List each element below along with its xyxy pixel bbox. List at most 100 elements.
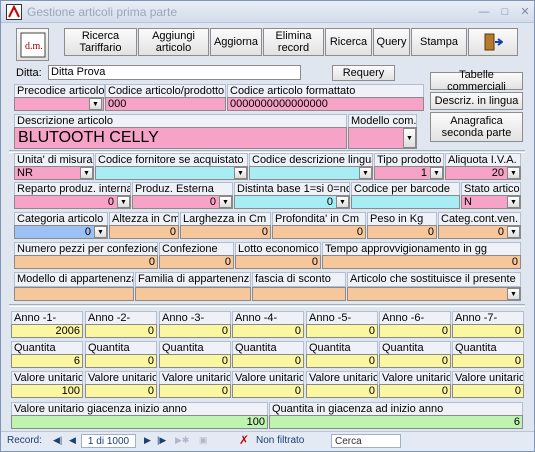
modello-com-dropdown-icon[interactable]: ▼ bbox=[403, 128, 416, 148]
quantita-field-2[interactable]: 0 bbox=[85, 354, 157, 368]
modello-appartenenza-label: Modello di appartenenza bbox=[14, 272, 134, 287]
valore-field-3[interactable]: 0 bbox=[159, 384, 231, 398]
fascia-sconto-label: fascia di sconto bbox=[252, 272, 346, 287]
profondita-field[interactable]: 0 bbox=[272, 225, 366, 239]
maximize-icon[interactable]: □ bbox=[498, 6, 512, 18]
minimize-icon[interactable]: — bbox=[477, 6, 491, 18]
tempo-approv-field[interactable]: 0 bbox=[322, 255, 521, 269]
codice-lingua-field[interactable] bbox=[249, 166, 373, 180]
produz-esterna-field[interactable]: 0 bbox=[132, 195, 233, 209]
window-title: Gestione articoli prima parte bbox=[27, 5, 178, 19]
categoria-dropdown-icon[interactable]: ▼ bbox=[94, 226, 107, 238]
query-button[interactable]: Query bbox=[373, 28, 410, 56]
codice-articolo-field[interactable]: 000 bbox=[105, 97, 226, 111]
record-label: Record: bbox=[7, 435, 43, 446]
quantita-field-7[interactable]: 0 bbox=[452, 354, 524, 368]
sostituisce-dropdown-icon[interactable]: ▼ bbox=[507, 288, 520, 300]
anno-field-6[interactable]: 0 bbox=[379, 324, 451, 338]
next-record-icon[interactable]: ▶ bbox=[144, 435, 151, 446]
quantita-field-6[interactable]: 0 bbox=[379, 354, 451, 368]
anno-field-4[interactable]: 0 bbox=[232, 324, 304, 338]
ricerca-tariffario-button[interactable]: Ricerca Tariffario bbox=[64, 28, 137, 56]
quantita-field-3[interactable]: 0 bbox=[159, 354, 231, 368]
filter-icon: ✗ bbox=[239, 433, 250, 447]
famiglia-field[interactable] bbox=[135, 287, 251, 301]
quantita-field-1[interactable]: 6 bbox=[11, 354, 83, 368]
quantita-giacenza-field[interactable]: 6 bbox=[269, 415, 523, 429]
anno-field-1[interactable]: 2006 bbox=[11, 324, 83, 338]
codice-fornitore-field[interactable] bbox=[95, 166, 248, 180]
valore-giacenza-field[interactable]: 100 bbox=[11, 415, 268, 429]
fornitore-dropdown-icon[interactable]: ▼ bbox=[234, 167, 247, 179]
close-icon[interactable]: ✕ bbox=[518, 6, 532, 18]
dm-logo-button[interactable]: d.m. bbox=[16, 28, 49, 61]
confezione-field[interactable]: 0 bbox=[159, 255, 234, 269]
ditta-field[interactable]: Ditta Prova bbox=[48, 65, 301, 80]
valore-field-2[interactable]: 0 bbox=[85, 384, 157, 398]
sostituisce-label: Articolo che sostituisce il presente bbox=[347, 272, 521, 287]
svg-text:d.m.: d.m. bbox=[25, 41, 43, 52]
peso-field[interactable]: 0 bbox=[367, 225, 437, 239]
first-record-icon[interactable]: ◀| bbox=[53, 435, 62, 446]
app-icon bbox=[6, 4, 22, 20]
distinta-base-field[interactable]: 0 bbox=[234, 195, 350, 209]
numero-pezzi-field[interactable]: 0 bbox=[14, 255, 158, 269]
requery-button[interactable]: Requery bbox=[332, 65, 395, 81]
valore-field-6[interactable]: 0 bbox=[379, 384, 451, 398]
reparto-dropdown-icon[interactable]: ▼ bbox=[117, 196, 130, 208]
anagrafica-seconda-parte-button[interactable]: Anagrafica seconda parte bbox=[430, 112, 523, 142]
stato-dropdown-icon[interactable]: ▼ bbox=[507, 196, 520, 208]
quantita-field-5[interactable]: 0 bbox=[306, 354, 378, 368]
aliquota-dropdown-icon[interactable]: ▼ bbox=[507, 167, 520, 179]
exit-button[interactable] bbox=[468, 28, 518, 56]
modello-appartenenza-field[interactable] bbox=[14, 287, 134, 301]
filter-status[interactable]: Non filtrato bbox=[256, 435, 304, 446]
elimina-record-button[interactable]: Elimina record bbox=[263, 28, 324, 56]
codice-formattato-field[interactable]: 0000000000000000 bbox=[227, 97, 424, 111]
filter-toggle-icon[interactable]: ▣ bbox=[199, 435, 208, 446]
unita-dropdown-icon[interactable]: ▼ bbox=[80, 167, 93, 179]
anno-field-3[interactable]: 0 bbox=[159, 324, 231, 338]
aggiorna-button[interactable]: Aggiorna bbox=[210, 28, 262, 56]
precodice-dropdown-icon[interactable]: ▼ bbox=[89, 98, 102, 110]
record-number-field[interactable]: 1 di 1000 bbox=[81, 434, 136, 448]
anno-field-5[interactable]: 0 bbox=[306, 324, 378, 338]
record-navigator: Record: ◀| ◀ 1 di 1000 ▶ |▶ ▶✱ ▣ ✗ Non f… bbox=[1, 431, 534, 451]
anno-field-7[interactable]: 0 bbox=[452, 324, 524, 338]
categcont-dropdown-icon[interactable]: ▼ bbox=[507, 226, 520, 238]
descrizione-field[interactable]: BLUTOOTH CELLY bbox=[14, 127, 347, 149]
dm-logo-icon: d.m. bbox=[20, 32, 45, 57]
esterna-dropdown-icon[interactable]: ▼ bbox=[219, 196, 232, 208]
exit-door-icon bbox=[484, 33, 503, 51]
valore-field-7[interactable]: 0 bbox=[452, 384, 524, 398]
title-bar: Gestione articoli prima parte — □ ✕ bbox=[1, 1, 534, 23]
aggiungi-articolo-button[interactable]: Aggiungi articolo bbox=[138, 28, 209, 56]
ditta-label: Ditta: bbox=[16, 67, 42, 79]
main-window: Gestione articoli prima parte — □ ✕ d.m.… bbox=[0, 0, 535, 452]
quantita-field-4[interactable]: 0 bbox=[232, 354, 304, 368]
altezza-field[interactable]: 0 bbox=[109, 225, 179, 239]
reparto-field[interactable]: 0 bbox=[14, 195, 131, 209]
lotto-economico-field[interactable]: 0 bbox=[235, 255, 321, 269]
famiglia-label: Familia di appartenenza bbox=[135, 272, 251, 287]
tabelle-commerciali-button[interactable]: Tabelle commerciali bbox=[430, 69, 523, 93]
valore-field-1[interactable]: 100 bbox=[11, 384, 83, 398]
search-field[interactable]: Cerca bbox=[331, 434, 401, 448]
lingua-dropdown-icon[interactable]: ▼ bbox=[359, 167, 372, 179]
larghezza-field[interactable]: 0 bbox=[180, 225, 271, 239]
prev-record-icon[interactable]: ◀ bbox=[69, 435, 76, 446]
tipo-dropdown-icon[interactable]: ▼ bbox=[430, 167, 443, 179]
fascia-sconto-field[interactable] bbox=[252, 287, 346, 301]
anno-field-2[interactable]: 0 bbox=[85, 324, 157, 338]
barcode-field[interactable] bbox=[351, 195, 460, 209]
stampa-button[interactable]: Stampa bbox=[411, 28, 467, 56]
sostituisce-field[interactable] bbox=[347, 287, 521, 301]
distinta-dropdown-icon[interactable]: ▼ bbox=[336, 196, 349, 208]
new-record-icon[interactable]: ▶✱ bbox=[175, 435, 189, 446]
ricerca-button[interactable]: Ricerca bbox=[325, 28, 372, 56]
valore-field-5[interactable]: 0 bbox=[306, 384, 378, 398]
separator-2 bbox=[9, 304, 525, 307]
last-record-icon[interactable]: |▶ bbox=[157, 435, 166, 446]
valore-field-4[interactable]: 0 bbox=[232, 384, 304, 398]
descriz-lingua-button[interactable]: Descriz. in lingua bbox=[430, 92, 523, 110]
